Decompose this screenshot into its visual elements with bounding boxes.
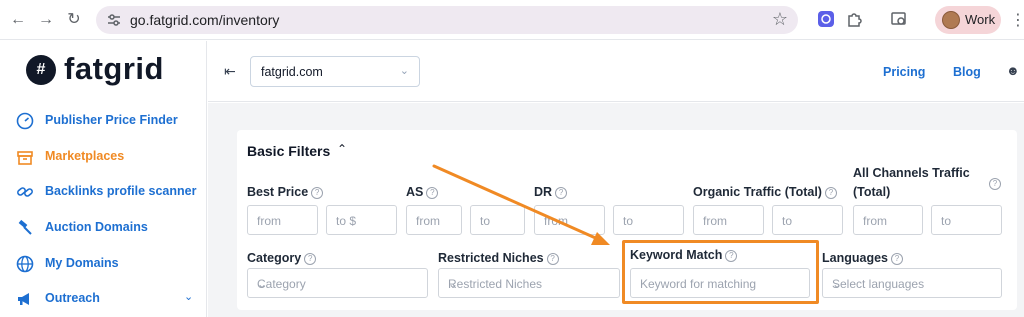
annotation-arrow [432,164,610,245]
